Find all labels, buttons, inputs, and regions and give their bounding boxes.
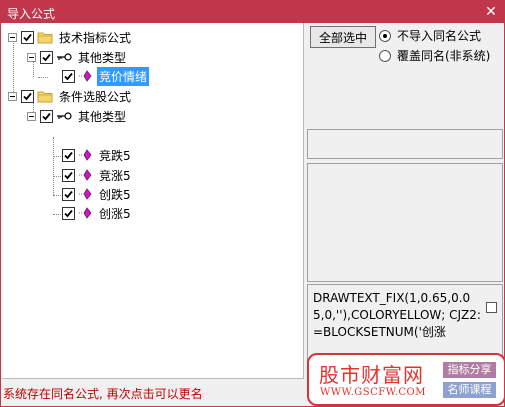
formula-icon xyxy=(79,188,92,200)
key-icon xyxy=(57,53,72,61)
tree-item-label: 创涨5 xyxy=(99,206,131,221)
watermark-badge-course: 名师课程 xyxy=(443,382,496,398)
formula-tree: 技术指标公式 其他类型 竞价情绪 条件选股公式 其他类型 竞跌5 竞涨5 创跌5… xyxy=(2,23,304,379)
folder-icon xyxy=(37,91,53,102)
tree-item[interactable]: 竞价情绪 xyxy=(62,66,150,86)
watermark: 股市财富网 WWW.GSCFW.COM 指标分享 名师课程 xyxy=(307,353,505,406)
tree-checkbox[interactable] xyxy=(21,30,34,44)
key-icon xyxy=(57,112,72,120)
radio-button[interactable] xyxy=(379,49,391,62)
tree-item[interactable]: 创涨5 xyxy=(62,203,133,223)
tree-checkbox[interactable] xyxy=(62,187,75,201)
watermark-logo: 股市财富网 xyxy=(319,363,424,387)
watermark-url: WWW.GSCFW.COM xyxy=(320,387,426,398)
status-message: 系统存在同名公式, 再次点击可以更名 xyxy=(3,387,203,401)
tree-item-label-selected: 竞价情绪 xyxy=(97,66,150,86)
collapse-icon[interactable] xyxy=(27,111,36,121)
collapse-icon[interactable] xyxy=(8,91,17,101)
tree-subgroup-other[interactable]: 其他类型 xyxy=(27,106,128,126)
tree-subgroup-other[interactable]: 其他类型 xyxy=(27,47,128,67)
collapse-icon[interactable] xyxy=(8,32,17,42)
tree-group-label: 技术指标公式 xyxy=(59,30,132,45)
tree-item[interactable]: 创跌5 xyxy=(62,184,133,204)
tree-checkbox[interactable] xyxy=(40,50,53,64)
tree-checkbox[interactable] xyxy=(40,109,53,123)
watermark-badge-share: 指标分享 xyxy=(443,362,496,378)
code-checkbox[interactable] xyxy=(486,302,497,313)
tree-checkbox[interactable] xyxy=(62,206,75,220)
select-all-button[interactable]: 全部选中 xyxy=(310,26,376,48)
formula-icon xyxy=(79,70,92,82)
tree-subgroup-label: 其他类型 xyxy=(78,109,127,124)
tree-group-technical[interactable]: 技术指标公式 xyxy=(8,27,133,47)
description-box[interactable] xyxy=(307,163,503,282)
tree-checkbox[interactable] xyxy=(62,148,75,162)
tree-item[interactable]: 竞跌5 xyxy=(62,145,133,165)
radio-overwrite-duplicates[interactable]: 覆盖同名(非系统) xyxy=(379,47,490,64)
tree-item-label: 竞跌5 xyxy=(99,148,131,163)
window-title: 导入公式 xyxy=(7,7,56,21)
tree-group-label: 条件选股公式 xyxy=(59,89,132,104)
import-formula-dialog: 导入公式 ✕ 技术指标公式 其他类型 竞价情绪 条件选股公式 其他类型 竞跌5 … xyxy=(0,0,505,407)
info-box xyxy=(307,129,503,159)
formula-icon xyxy=(79,169,92,181)
title-bar: 导入公式 ✕ xyxy=(1,1,504,23)
tree-item-label: 创跌5 xyxy=(99,187,131,202)
tree-group-screening[interactable]: 条件选股公式 xyxy=(8,86,133,106)
radio-label: 不导入同名公式 xyxy=(397,29,482,43)
radio-skip-duplicates[interactable]: 不导入同名公式 xyxy=(379,27,481,44)
tree-item-label: 竞涨5 xyxy=(99,168,131,183)
radio-label: 覆盖同名(非系统) xyxy=(397,49,491,63)
folder-icon xyxy=(37,32,53,43)
tree-item[interactable]: 竞涨5 xyxy=(62,165,133,185)
tree-checkbox[interactable] xyxy=(21,89,34,103)
close-icon[interactable]: ✕ xyxy=(482,3,500,21)
tree-subgroup-label: 其他类型 xyxy=(78,50,127,65)
formula-icon xyxy=(79,207,92,219)
tree-checkbox[interactable] xyxy=(62,69,75,83)
formula-icon xyxy=(79,149,92,161)
tree-checkbox[interactable] xyxy=(62,168,75,182)
radio-button-selected[interactable] xyxy=(379,29,391,42)
code-preview-text: DRAWTEXT_FIX(1,0.65,0.05,0,''),COLORYELL… xyxy=(313,291,481,339)
collapse-icon[interactable] xyxy=(27,52,36,62)
